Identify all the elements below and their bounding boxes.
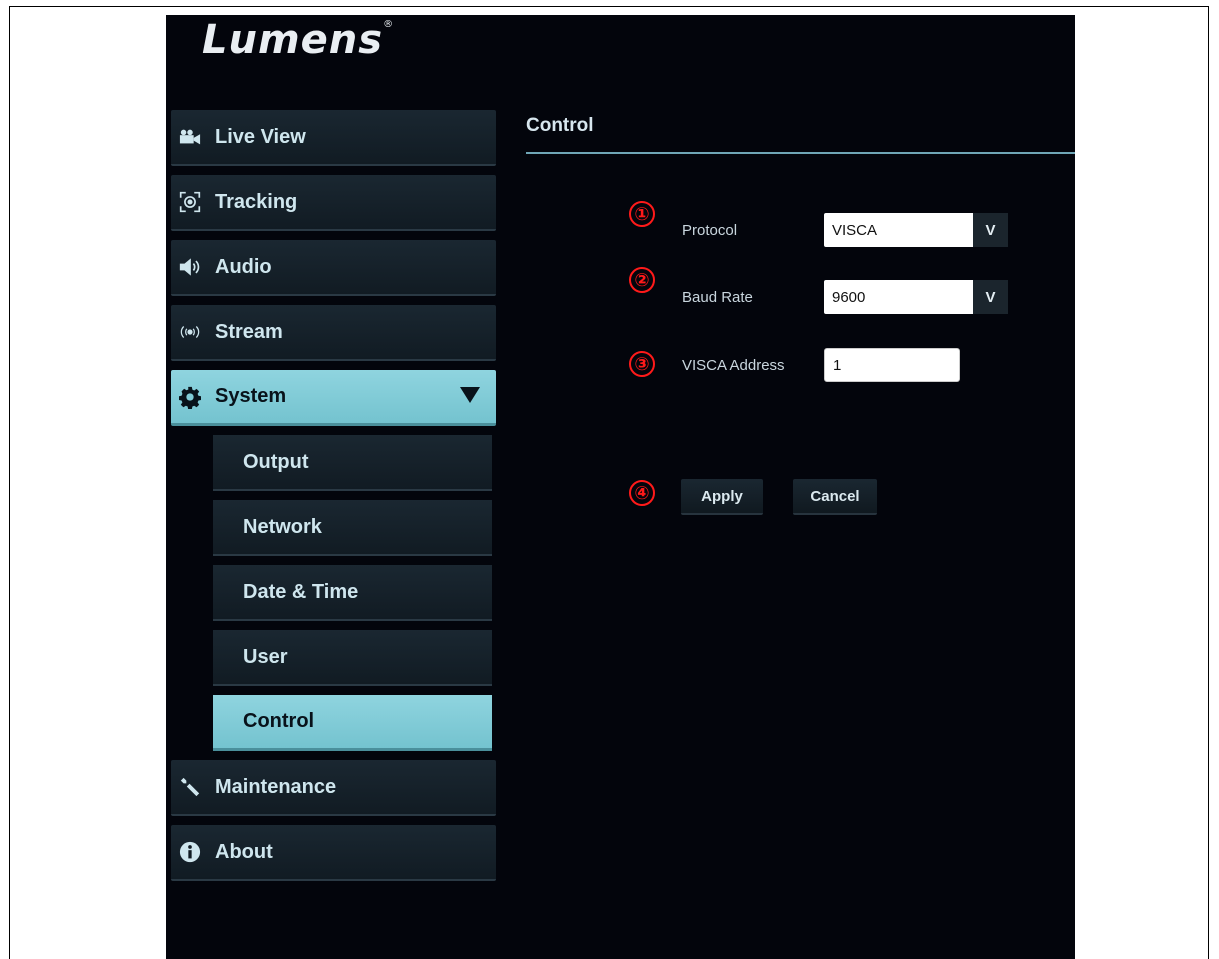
lumens-logo: Lumens®	[202, 17, 395, 63]
tracking-target-icon	[179, 189, 201, 215]
sidebar-item-label: Audio	[215, 255, 272, 278]
info-icon	[179, 840, 201, 864]
chevron-down-icon	[460, 387, 480, 403]
broadcast-icon	[179, 323, 201, 341]
sidebar-subitem-label: Network	[243, 515, 322, 538]
sidebar-item-label: Tracking	[215, 190, 298, 213]
camera-web-ui: Lumens® Live View Tracking Audio Stream	[166, 15, 1075, 959]
sidebar-subitem-label: Control	[243, 710, 315, 732]
title-divider	[526, 152, 1075, 154]
visca-address-label: VISCA Address	[682, 357, 785, 374]
sidebar-subitem-output[interactable]: Output	[213, 435, 492, 491]
gear-icon	[179, 385, 201, 409]
sidebar-item-label: Live View	[215, 125, 306, 148]
sidebar-item-stream[interactable]: Stream	[171, 305, 496, 361]
sidebar-subitem-date-time[interactable]: Date & Time	[213, 565, 492, 621]
protocol-label: Protocol	[682, 222, 738, 239]
apply-button[interactable]: Apply	[681, 479, 763, 515]
sidebar-item-label: Maintenance	[215, 775, 337, 798]
page-title: Control	[526, 115, 594, 136]
sidebar-subitem-user[interactable]: User	[213, 630, 492, 686]
sidebar-item-system[interactable]: System	[171, 370, 496, 426]
sidebar-subitem-network[interactable]: Network	[213, 500, 492, 556]
protocol-select[interactable]: VISCA V	[824, 213, 1008, 247]
baud-rate-label: Baud Rate	[682, 289, 753, 306]
sidebar-subitem-label: Date & Time	[243, 580, 359, 603]
cancel-button[interactable]: Cancel	[793, 479, 877, 515]
speaker-icon	[179, 257, 201, 277]
sidebar-item-label: About	[215, 840, 273, 863]
video-camera-icon	[179, 128, 201, 146]
sidebar-subitem-control[interactable]: Control	[213, 695, 492, 751]
marker-2: ②	[629, 267, 655, 293]
protocol-value: VISCA	[824, 213, 973, 247]
marker-3: ③	[629, 351, 655, 377]
chevron-down-icon[interactable]: V	[973, 280, 1008, 314]
sidebar-subitem-label: User	[243, 645, 288, 668]
wrench-icon	[179, 775, 201, 799]
sidebar-item-maintenance[interactable]: Maintenance	[171, 760, 496, 816]
sidebar-item-audio[interactable]: Audio	[171, 240, 496, 296]
visca-address-input[interactable]: 1	[824, 348, 960, 382]
sidebar-subitem-label: Output	[243, 450, 309, 473]
marker-4: ④	[629, 480, 655, 506]
baud-rate-value: 9600	[824, 280, 973, 314]
sidebar-item-about[interactable]: About	[171, 825, 496, 881]
sidebar-item-label: System	[215, 385, 287, 407]
marker-1: ①	[629, 201, 655, 227]
sidebar-item-label: Stream	[215, 320, 283, 343]
sidebar-item-live-view[interactable]: Live View	[171, 110, 496, 166]
chevron-down-icon[interactable]: V	[973, 213, 1008, 247]
sidebar-item-tracking[interactable]: Tracking	[171, 175, 496, 231]
baud-rate-select[interactable]: 9600 V	[824, 280, 1008, 314]
